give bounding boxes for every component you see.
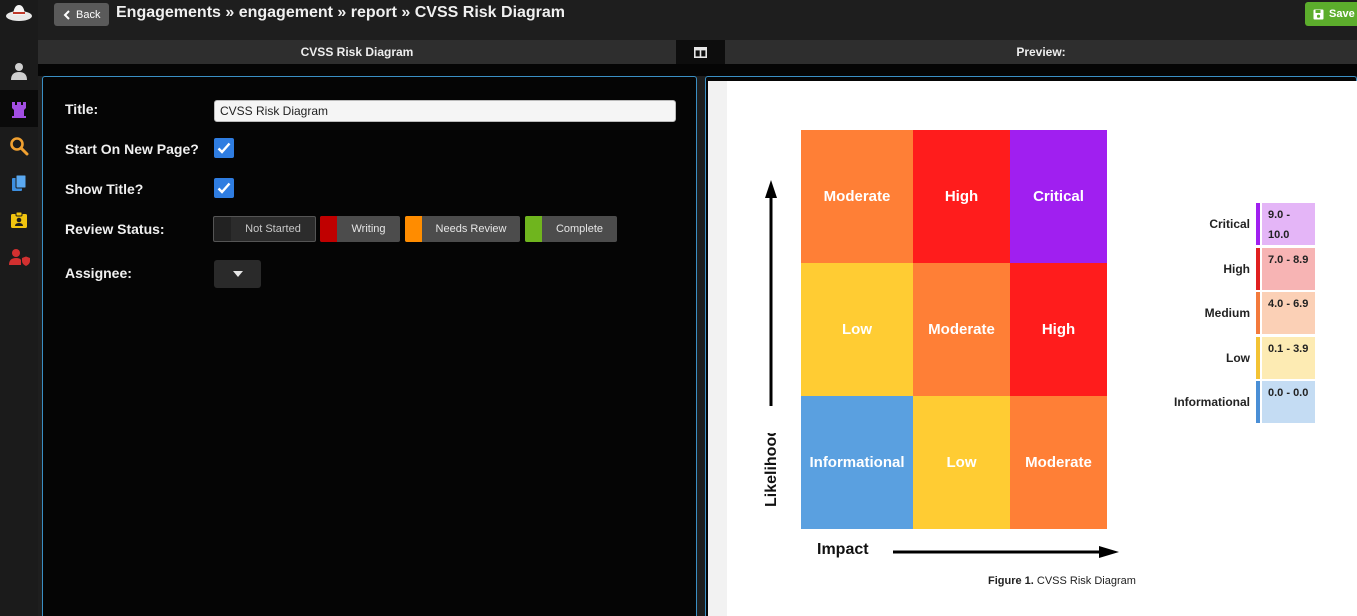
legend-label: Critical: [1209, 217, 1250, 231]
save-icon: [1313, 9, 1324, 19]
checkmark-icon: [217, 142, 231, 154]
legend-range: 4.0 - 6.9: [1262, 292, 1315, 334]
new-page-label: Start On New Page?: [65, 141, 199, 157]
sidebar-item-users[interactable]: [0, 52, 38, 89]
y-axis-label: Likelihood: [763, 433, 780, 507]
status-label: Complete: [555, 223, 604, 235]
status-swatch: [405, 216, 422, 242]
header: Back Engagements » engagement » report »…: [38, 0, 1357, 40]
checkmark-icon: [217, 182, 231, 194]
risk-cell-moderate: Moderate: [913, 263, 1010, 396]
title-label: Title:: [65, 101, 99, 117]
legend-label: Informational: [1173, 395, 1250, 409]
status-label: Needs Review: [435, 223, 507, 235]
status-swatch: [214, 217, 231, 241]
legend-color-bar: [1256, 292, 1260, 334]
review-status-label: Review Status:: [65, 221, 165, 237]
figure-caption: Figure 1. CVSS Risk Diagram: [988, 575, 1136, 587]
status-not-started-button[interactable]: Not Started: [213, 216, 316, 242]
save-button[interactable]: Save: [1305, 2, 1357, 26]
status-label: Writing: [351, 223, 386, 235]
sidebar-item-assignments[interactable]: [0, 201, 38, 238]
status-needs-review-button[interactable]: Needs Review: [405, 216, 520, 242]
toggle-layout-button[interactable]: [676, 40, 725, 64]
status-writing-button[interactable]: Writing: [320, 216, 400, 242]
legend-range: 7.0 - 8.9: [1262, 247, 1315, 290]
sidebar-item-engagements[interactable]: [0, 90, 38, 127]
legend-range: 0.1 - 3.9: [1262, 336, 1315, 379]
legend-color-bar: [1256, 381, 1260, 423]
sidebar: [0, 0, 38, 616]
status-complete-button[interactable]: Complete: [525, 216, 617, 242]
legend-color-bar: [1256, 247, 1260, 290]
sidebar-item-documents[interactable]: [0, 164, 38, 201]
back-button[interactable]: Back: [54, 3, 110, 26]
title-input[interactable]: [214, 100, 676, 122]
risk-cell-moderate: Moderate: [801, 130, 913, 263]
risk-cell-high: High: [913, 130, 1010, 263]
assignee-label: Assignee:: [65, 265, 132, 281]
editor-panel: Title: Start On New Page? Show Title? Re…: [42, 76, 697, 616]
status-swatch: [525, 216, 542, 242]
y-axis-arrow: [765, 180, 777, 406]
risk-cell-informational: Informational: [801, 396, 913, 529]
show-title-label: Show Title?: [65, 181, 144, 197]
back-button-label: Back: [76, 8, 101, 21]
castle-icon: [12, 101, 26, 118]
user-shield-icon: [9, 248, 30, 266]
show-title-checkbox[interactable]: [214, 178, 234, 198]
risk-cell-moderate: Moderate: [1010, 396, 1107, 529]
chevron-left-icon: [63, 9, 70, 20]
caption-prefix: Figure 1.: [988, 575, 1034, 587]
documents-icon: [12, 174, 27, 191]
legend-color-bar: [1256, 336, 1260, 379]
editor-panel-header: CVSS Risk Diagram: [38, 40, 676, 64]
risk-cell-low: Low: [801, 263, 913, 396]
preview-panel-title: Preview:: [1016, 45, 1066, 59]
clipboard-user-icon: [11, 211, 27, 228]
new-page-checkbox[interactable]: [214, 138, 234, 158]
panel-gap: [38, 64, 1357, 76]
risk-cell-critical: Critical: [1010, 130, 1107, 263]
search-icon: [10, 136, 29, 155]
preview-panel-header: Preview:: [725, 40, 1357, 64]
status-label: Not Started: [245, 223, 301, 235]
x-axis-label: Impact: [817, 541, 869, 558]
risk-cell-high: High: [1010, 263, 1107, 396]
x-axis-arrow: [893, 546, 1119, 558]
legend-range: 9.0 - 10.0: [1262, 203, 1315, 245]
svg-text:Likelihood: Likelihood: [763, 433, 780, 507]
columns-icon: [694, 46, 707, 58]
logo-icon: [6, 5, 32, 21]
sidebar-item-search[interactable]: [0, 127, 38, 164]
user-icon: [11, 62, 27, 80]
caption-text: CVSS Risk Diagram: [1036, 575, 1136, 587]
assignee-dropdown[interactable]: [214, 260, 261, 288]
legend-label: High: [1223, 261, 1250, 276]
breadcrumb: Engagements » engagement » report » CVSS…: [116, 4, 566, 21]
sidebar-item-admin[interactable]: [0, 238, 38, 275]
legend-label: Medium: [1204, 306, 1250, 320]
legend-label: Low: [1226, 350, 1250, 365]
page-gutter: [708, 81, 727, 616]
app: Back Engagements » engagement » report »…: [0, 0, 1357, 616]
risk-cell-low: Low: [913, 396, 1010, 529]
legend-range: 0.0 - 0.0: [1262, 381, 1315, 423]
caret-down-icon: [232, 271, 243, 277]
save-button-label: Save: [1329, 8, 1355, 20]
editor-panel-title: CVSS Risk Diagram: [300, 45, 414, 59]
status-swatch: [320, 216, 337, 242]
legend-color-bar: [1256, 203, 1260, 245]
